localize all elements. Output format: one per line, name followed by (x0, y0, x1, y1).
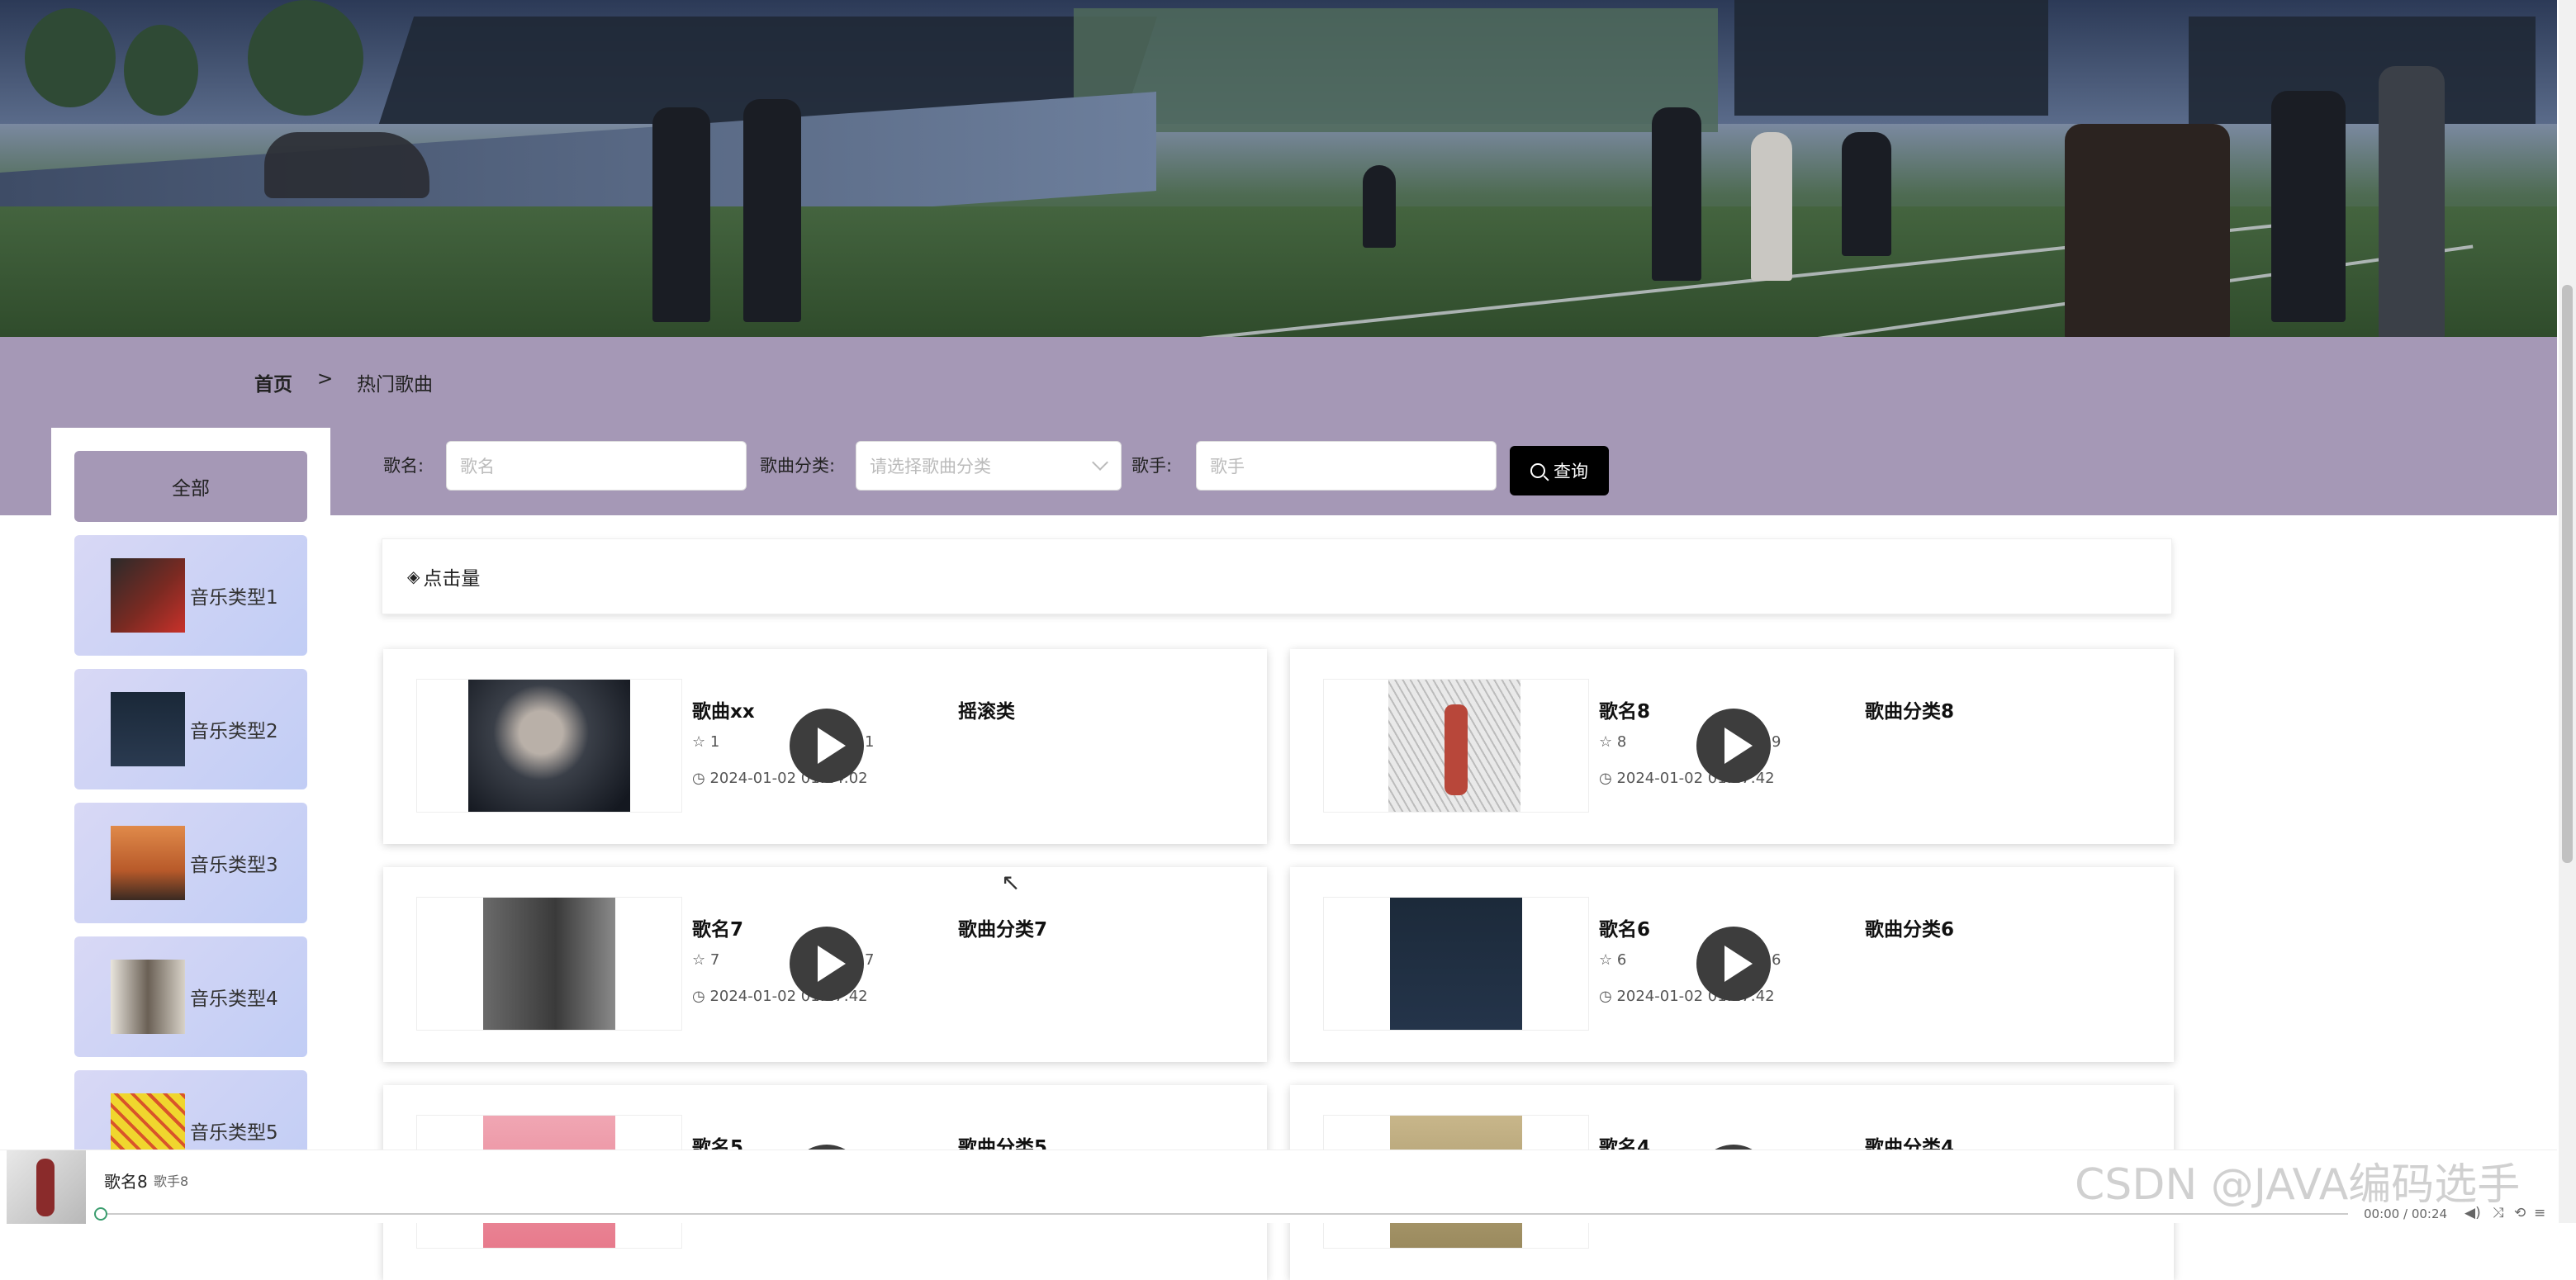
category-thumbnail (111, 1093, 185, 1154)
song-category: 歌曲分类6 (1865, 919, 1955, 941)
category-select-placeholder: 请选择歌曲分类 (870, 457, 991, 476)
breadcrumb-current: 热门歌曲 (357, 374, 433, 396)
category-thumbnail (111, 558, 185, 633)
player-cover[interactable] (7, 1150, 86, 1224)
search-button-label: 查询 (1554, 462, 1588, 481)
song-stars: ☆ 6 (1599, 951, 1626, 969)
progress-knob[interactable] (94, 1207, 107, 1221)
category-sidebar: 全部 音乐类型1 音乐类型2 音乐类型3 音乐类型4 音乐类型5 (51, 428, 330, 1154)
chevron-down-icon (1092, 454, 1108, 471)
song-cover (483, 898, 615, 1030)
song-card[interactable]: 歌曲xx 摇滚类 ☆ 1 ▭1 ◷ 2024-01-02 01:24:02 (383, 649, 1267, 844)
playlist-icon[interactable]: ≡ (2534, 1205, 2545, 1221)
breadcrumb-separator: > (317, 368, 334, 390)
stars-count: 8 (1616, 733, 1627, 751)
category-all-button[interactable]: 全部 (74, 451, 307, 522)
song-name-input[interactable]: 歌名 (446, 441, 747, 491)
play-button[interactable] (790, 927, 864, 1001)
stars-count: 7 (709, 951, 720, 969)
song-title: 歌曲xx (692, 701, 755, 723)
category-select[interactable]: 请选择歌曲分类 (856, 441, 1122, 491)
play-button[interactable] (790, 709, 864, 783)
category-label: 音乐类型2 (190, 721, 278, 742)
song-cover-frame (416, 679, 682, 813)
clock-icon: ◷ (1599, 770, 1612, 787)
song-card[interactable]: 歌名7 歌曲分类7 ☆ 7 ▭7 ◷ 2024-01-02 01:17:42 (383, 867, 1267, 1062)
star-icon: ☆ (692, 951, 706, 969)
category-item-3[interactable]: 音乐类型3 (74, 803, 307, 923)
song-title: 歌名8 (1599, 701, 1651, 723)
song-category: 歌曲分类7 (958, 919, 1048, 941)
song-cover-frame (1323, 679, 1589, 813)
stars-count: 1 (709, 733, 720, 751)
progress-track[interactable] (97, 1213, 2348, 1215)
hero-banner (0, 0, 2557, 337)
views-count: 7 (865, 951, 875, 969)
song-cover-frame (1323, 897, 1589, 1031)
song-name-label: 歌名: (383, 456, 425, 476)
category-label: 音乐类型5 (190, 1122, 278, 1144)
search-button[interactable]: 查询 (1510, 446, 1609, 495)
player-singer: 歌手8 (154, 1173, 189, 1189)
views-count: 1 (865, 733, 875, 751)
player-song-title: 歌名8 (104, 1172, 148, 1192)
layers-icon: ◈ (407, 567, 420, 586)
star-icon: ☆ (692, 733, 706, 751)
breadcrumb-home[interactable]: 首页 (254, 368, 292, 396)
category-thumbnail (111, 826, 185, 900)
category-item-1[interactable]: 音乐类型1 (74, 535, 307, 656)
watermark: CSDN @JAVA编码选手 (2075, 1160, 2521, 1210)
song-card[interactable]: 歌名8 歌曲分类8 ☆ 8 ▭9 ◷ 2024-01-02 01:17:42 (1290, 649, 2174, 844)
clock-icon: ◷ (692, 988, 705, 1005)
play-button[interactable] (1696, 927, 1771, 1001)
mouse-cursor-icon: ↖ (1001, 869, 1021, 896)
play-button[interactable] (1696, 709, 1771, 783)
category-item-4[interactable]: 音乐类型4 (74, 936, 307, 1057)
song-cover (468, 680, 630, 812)
views-count: 9 (1772, 733, 1781, 751)
song-title: 歌名6 (1599, 919, 1651, 941)
song-stars: ☆ 1 (692, 733, 719, 751)
song-stars: ☆ 8 (1599, 733, 1626, 751)
category-item-2[interactable]: 音乐类型2 (74, 669, 307, 789)
clock-icon: ◷ (1599, 988, 1612, 1005)
category-thumbnail (111, 692, 185, 766)
page-scrollbar[interactable] (2559, 0, 2576, 1223)
song-title: 歌名7 (692, 919, 744, 941)
song-category: 歌曲分类8 (1865, 701, 1955, 723)
scrollbar-thumb[interactable] (2562, 285, 2573, 863)
song-stars: ☆ 7 (692, 951, 719, 969)
category-label: 音乐类型3 (190, 855, 278, 876)
singer-input[interactable]: 歌手 (1196, 441, 1497, 491)
views-count: 6 (1772, 951, 1781, 969)
star-icon: ☆ (1599, 733, 1613, 751)
stars-count: 6 (1616, 951, 1627, 969)
category-item-5[interactable]: 音乐类型5 (74, 1070, 307, 1154)
song-card[interactable]: 歌名6 歌曲分类6 ☆ 6 ▭6 ◷ 2024-01-02 01:17:42 (1290, 867, 2174, 1062)
sort-bar[interactable]: ◈ 点击量 (382, 538, 2172, 614)
category-thumbnail (111, 960, 185, 1034)
star-icon: ☆ (1599, 951, 1613, 969)
song-cover-frame (416, 897, 682, 1031)
sort-label: 点击量 (423, 568, 481, 590)
song-cover (1390, 898, 1522, 1030)
category-label: 音乐类型4 (190, 988, 278, 1010)
singer-label: 歌手: (1131, 456, 1173, 476)
search-icon (1530, 463, 1545, 478)
category-label: 音乐类型1 (190, 587, 278, 609)
song-category: 摇滚类 (958, 701, 1015, 723)
song-cover-figure (1445, 704, 1468, 795)
category-select-label: 歌曲分类: (760, 456, 836, 476)
clock-icon: ◷ (692, 770, 705, 787)
